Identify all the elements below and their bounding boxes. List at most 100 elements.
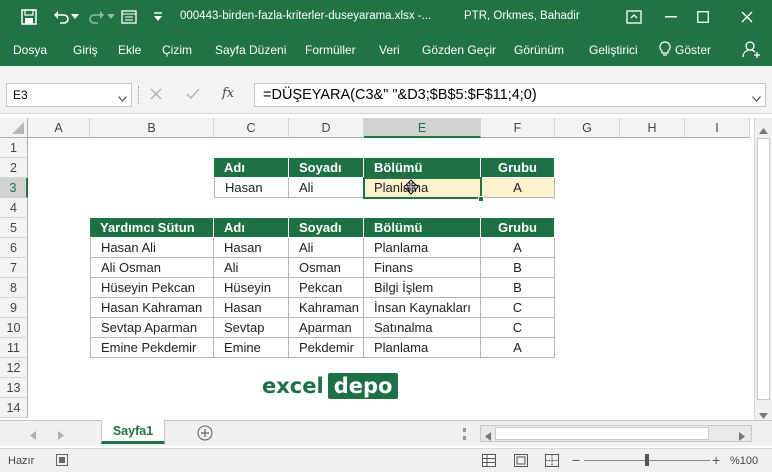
- macro-record-icon[interactable]: [56, 454, 68, 469]
- table-cell[interactable]: Hasan Kahraman: [90, 298, 214, 318]
- name-box[interactable]: E3: [6, 83, 132, 107]
- column-header-a[interactable]: A: [28, 118, 90, 138]
- table-cell[interactable]: Emine Pekdemir: [90, 338, 214, 358]
- ribbon-display-icon[interactable]: [625, 8, 643, 26]
- lookup-cell-adi[interactable]: Hasan: [214, 178, 289, 198]
- data-header-yardimci[interactable]: Yardımcı Sütun: [90, 218, 214, 238]
- scroll-thumb[interactable]: [757, 138, 770, 400]
- row-header-4[interactable]: 4: [0, 198, 28, 218]
- data-header-soyadi[interactable]: Soyadı: [289, 218, 364, 238]
- share-person-icon[interactable]: [742, 40, 760, 61]
- tab-gozden-gecir[interactable]: Gözden Geçir: [422, 43, 496, 57]
- column-header-g[interactable]: G: [555, 118, 620, 138]
- lookup-header-grubu[interactable]: Grubu: [481, 158, 555, 178]
- tab-sayfa-duzeni[interactable]: Sayfa Düzeni: [215, 43, 286, 57]
- table-cell[interactable]: Ali Osman: [90, 258, 214, 278]
- row-header-11[interactable]: 11: [0, 338, 28, 358]
- row-header-8[interactable]: 8: [0, 278, 28, 298]
- hscroll-thumb[interactable]: [495, 427, 709, 440]
- table-cell[interactable]: Ali: [214, 258, 289, 278]
- column-header-f[interactable]: F: [481, 118, 555, 138]
- row-header-7[interactable]: 7: [0, 258, 28, 278]
- table-cell[interactable]: Pekdemir: [289, 338, 364, 358]
- data-header-adi[interactable]: Adı: [214, 218, 289, 238]
- table-cell[interactable]: B: [481, 278, 555, 298]
- select-all-corner[interactable]: [0, 118, 28, 138]
- tab-veri[interactable]: Veri: [379, 43, 400, 57]
- table-cell[interactable]: Osman: [289, 258, 364, 278]
- tab-cizim[interactable]: Çizim: [162, 43, 192, 57]
- sheet-tab-sayfa1[interactable]: Sayfa1: [101, 420, 165, 444]
- maximize-icon[interactable]: [694, 8, 712, 26]
- tab-ekle[interactable]: Ekle: [118, 43, 141, 57]
- table-cell[interactable]: Hüseyin: [214, 278, 289, 298]
- table-cell[interactable]: Planlama: [364, 338, 481, 358]
- dropdown-icon[interactable]: [106, 8, 116, 26]
- scroll-up-icon[interactable]: [759, 123, 768, 137]
- row-header-1[interactable]: 1: [0, 138, 28, 158]
- row-header-2[interactable]: 2: [0, 158, 28, 178]
- vertical-scrollbar[interactable]: [754, 118, 772, 420]
- table-cell[interactable]: Ali: [289, 238, 364, 258]
- lookup-cell-grubu[interactable]: A: [481, 178, 555, 198]
- data-header-grubu[interactable]: Grubu: [481, 218, 555, 238]
- table-cell[interactable]: Kahraman: [289, 298, 364, 318]
- table-cell[interactable]: İnsan Kaynakları: [364, 298, 481, 318]
- row-header-13[interactable]: 13: [0, 378, 28, 398]
- row-header-12[interactable]: 12: [0, 358, 28, 378]
- table-cell[interactable]: Satınalma: [364, 318, 481, 338]
- lookup-header-soyadi[interactable]: Soyadı: [289, 158, 364, 178]
- table-cell[interactable]: Planlama: [364, 238, 481, 258]
- table-cell[interactable]: Hasan: [214, 298, 289, 318]
- table-cell[interactable]: Aparman: [289, 318, 364, 338]
- zoom-level[interactable]: %100: [730, 455, 758, 467]
- close-icon[interactable]: [738, 8, 756, 26]
- formula-input[interactable]: =DÜŞEYARA(C3&" "&D3;$B$5:$F$11;4;0): [254, 83, 766, 107]
- column-header-b[interactable]: B: [90, 118, 214, 138]
- insert-function-icon[interactable]: fx: [222, 86, 234, 101]
- table-cell[interactable]: Sevtap Aparman: [90, 318, 214, 338]
- table-cell[interactable]: B: [481, 258, 555, 278]
- scroll-right-icon[interactable]: [739, 430, 745, 444]
- row-header-10[interactable]: 10: [0, 318, 28, 338]
- column-header-h[interactable]: H: [620, 118, 685, 138]
- table-cell[interactable]: C: [481, 318, 555, 338]
- add-sheet-icon[interactable]: [197, 425, 213, 444]
- normal-view-icon[interactable]: [482, 454, 496, 470]
- table-cell[interactable]: A: [481, 238, 555, 258]
- save-icon[interactable]: [20, 8, 38, 26]
- chevron-down-icon[interactable]: [118, 91, 127, 105]
- row-header-3[interactable]: 3: [0, 178, 28, 198]
- tab-giris[interactable]: Giriş: [73, 43, 98, 57]
- table-cell[interactable]: Hüseyin Pekcan: [90, 278, 214, 298]
- row-header-5[interactable]: 5: [0, 218, 28, 238]
- horizontal-scrollbar[interactable]: [480, 425, 752, 442]
- column-header-e[interactable]: E: [364, 118, 481, 138]
- zoom-out-button[interactable]: −: [572, 452, 580, 468]
- table-cell[interactable]: Hasan: [214, 238, 289, 258]
- fill-handle[interactable]: [478, 196, 484, 202]
- column-header-d[interactable]: D: [289, 118, 364, 138]
- chevron-down-icon[interactable]: [752, 91, 761, 105]
- table-cell[interactable]: C: [481, 298, 555, 318]
- table-cell[interactable]: Hasan Ali: [90, 238, 214, 258]
- zoom-in-button[interactable]: +: [712, 452, 720, 468]
- undo-icon[interactable]: [52, 8, 70, 26]
- data-header-bolumu[interactable]: Bölümü: [364, 218, 481, 238]
- column-header-i[interactable]: I: [685, 118, 750, 138]
- form-icon[interactable]: [120, 8, 138, 26]
- tab-split-handle[interactable]: [463, 428, 466, 440]
- tab-prev-icon[interactable]: [30, 429, 36, 443]
- lookup-header-bolumu[interactable]: Bölümü: [364, 158, 481, 178]
- row-header-6[interactable]: 6: [0, 238, 28, 258]
- tab-dosya[interactable]: Dosya: [13, 43, 47, 57]
- scroll-left-icon[interactable]: [485, 430, 491, 444]
- cancel-icon[interactable]: [150, 88, 162, 103]
- page-break-icon[interactable]: [545, 454, 559, 470]
- table-cell[interactable]: Bilgi İşlem: [364, 278, 481, 298]
- tab-gorunum[interactable]: Görünüm: [514, 43, 564, 57]
- table-cell[interactable]: Pekcan: [289, 278, 364, 298]
- tab-next-icon[interactable]: [58, 429, 64, 443]
- table-cell[interactable]: A: [481, 338, 555, 358]
- lookup-cell-soyadi[interactable]: Ali: [289, 178, 364, 198]
